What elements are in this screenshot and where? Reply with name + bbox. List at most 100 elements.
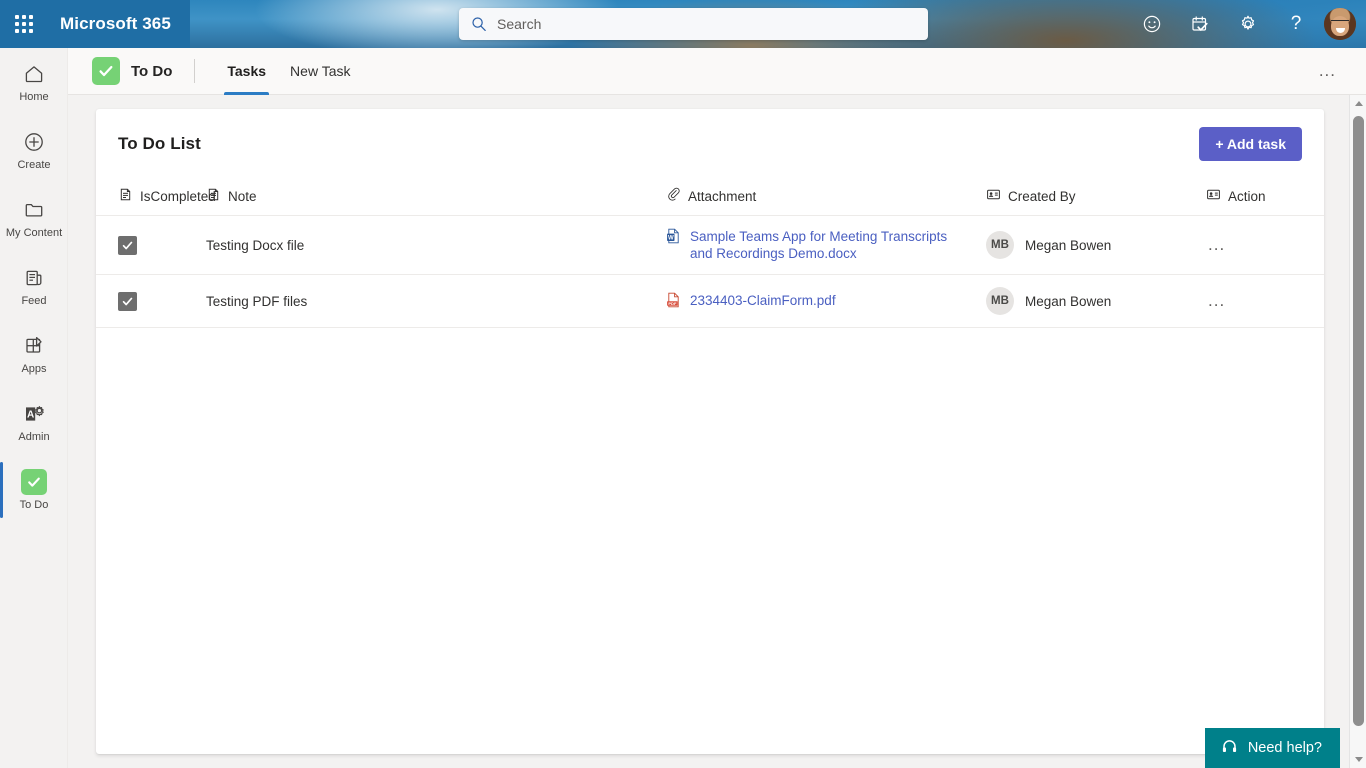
todo-list-card: To Do List + Add task IsCompleted Note A… [96,109,1324,754]
attachment-link[interactable]: 2334403-ClaimForm.pdf [690,292,836,309]
sidebar-item-label: Apps [21,363,47,375]
column-header-note[interactable]: Note [206,179,666,216]
row-overflow-menu-button[interactable]: ... [1206,292,1227,309]
row-overflow-menu-button[interactable]: ... [1206,236,1227,253]
app-title: To Do [131,62,173,80]
help-icon[interactable]: ? [1272,0,1320,48]
todo-check-icon [21,468,47,496]
table-body: Testing Docx file W Sample Teams App for… [96,215,1324,328]
page-title: To Do List [118,134,201,153]
sidebar-item-label: My Content [5,227,63,239]
vertical-scrollbar[interactable] [1349,95,1366,768]
feed-icon [23,264,45,292]
need-help-button[interactable]: Need help? [1204,728,1340,768]
column-label: IsCompleted [140,188,216,204]
tasks-icon[interactable] [1176,0,1224,48]
cell-note: Testing Docx file [206,215,666,275]
note-icon [118,187,133,205]
sidebar-item-admin[interactable]: A Admin [0,388,68,456]
app-launcher-button[interactable] [0,0,48,48]
column-header-iscompleted[interactable]: IsCompleted [96,179,216,216]
person-card-icon [986,187,1001,205]
table-row: Testing PDF files PDF 2334403-ClaimForm.… [96,274,1324,328]
feedback-icon[interactable] [1128,0,1176,48]
paperclip-icon [666,187,681,205]
sidebar-item-label: To Do [19,499,49,511]
cell-created-by: MB Megan Bowen [986,274,1206,328]
brand-title[interactable]: Microsoft 365 [60,14,171,34]
tab-new-task[interactable]: New Task [278,48,362,95]
admin-icon: A [22,400,46,428]
avatar: MB [986,231,1014,259]
sidebar-item-create[interactable]: Create [0,116,68,184]
suite-actions: ? [1128,0,1366,48]
sidebar-item-feed[interactable]: Feed [0,252,68,320]
search-box[interactable] [459,8,928,40]
sidebar-item-label: Feed [21,295,47,307]
cell-note: Testing PDF files [206,274,666,328]
attachment-link[interactable]: Sample Teams App for Meeting Transcripts… [690,228,948,262]
app-tabs: Tasks New Task [215,48,362,95]
plus-circle-icon [23,128,45,156]
search-icon [471,16,487,32]
app-header-bar: To Do Tasks New Task ... [68,48,1366,95]
cell-created-by: MB Megan Bowen [986,215,1206,275]
todo-app-icon [92,57,120,85]
column-label: Note [228,188,257,204]
apps-icon [23,332,45,360]
search-input[interactable] [497,16,916,32]
need-help-label: Need help? [1247,740,1322,756]
suite-header: Microsoft 365 ? [0,0,1366,48]
scrollbar-thumb[interactable] [1353,116,1364,726]
person-card-icon [1206,187,1221,205]
column-header-created-by[interactable]: Created By [986,179,1206,216]
headset-icon [1221,738,1238,759]
left-rail: Home Create My Content Feed Apps A Admin… [0,48,68,768]
add-task-button[interactable]: + Add task [1199,127,1302,161]
column-header-attachment[interactable]: Attachment [666,179,986,216]
cell-iscompleted [96,274,206,328]
card-header: To Do List + Add task [96,109,1324,179]
svg-text:PDF: PDF [668,301,677,306]
column-label: Created By [1008,188,1076,204]
scroll-down-arrow-icon[interactable] [1350,751,1366,768]
created-by-name: Megan Bowen [1025,237,1112,253]
sidebar-item-label: Home [19,91,49,103]
scroll-up-arrow-icon[interactable] [1350,95,1366,112]
column-label: Attachment [688,188,757,204]
sidebar-item-home[interactable]: Home [0,48,68,116]
divider [194,59,196,83]
sidebar-item-apps[interactable]: Apps [0,320,68,388]
home-icon [23,60,45,88]
sidebar-item-label: Create [17,159,51,171]
todo-table: IsCompleted Note Attachment Created By A… [96,179,1324,328]
table-header: IsCompleted Note Attachment Created By A… [96,179,1324,216]
tab-tasks[interactable]: Tasks [215,48,278,95]
cell-attachment: PDF 2334403-ClaimForm.pdf [666,274,986,328]
cell-action: ... [1206,274,1324,328]
checkbox-completed[interactable] [118,291,137,311]
note-icon [206,187,221,205]
cell-attachment: W Sample Teams App for Meeting Transcrip… [666,215,986,275]
app-overflow-menu-button[interactable]: ... [1315,61,1340,81]
sidebar-item-my-content[interactable]: My Content [0,184,68,252]
column-header-action[interactable]: Action [1206,179,1324,216]
waffle-icon [15,15,33,33]
sidebar-item-to-do[interactable]: To Do [0,456,68,524]
avatar[interactable] [1324,8,1356,40]
checkbox-completed[interactable] [118,235,137,255]
svg-text:A: A [27,409,34,420]
table-row: Testing Docx file W Sample Teams App for… [96,215,1324,275]
sidebar-item-label: Admin [18,431,50,443]
word-file-icon: W [666,228,681,247]
pdf-file-icon: PDF [666,292,681,311]
table-header-row: IsCompleted Note Attachment Created By A… [96,179,1324,216]
svg-text:W: W [668,235,674,241]
folder-icon [23,196,45,224]
cell-iscompleted [96,215,206,275]
settings-icon[interactable] [1224,0,1272,48]
main-content: To Do List + Add task IsCompleted Note A… [68,95,1366,768]
column-label: Action [1228,188,1266,204]
cell-action: ... [1206,215,1324,275]
created-by-name: Megan Bowen [1025,293,1112,309]
